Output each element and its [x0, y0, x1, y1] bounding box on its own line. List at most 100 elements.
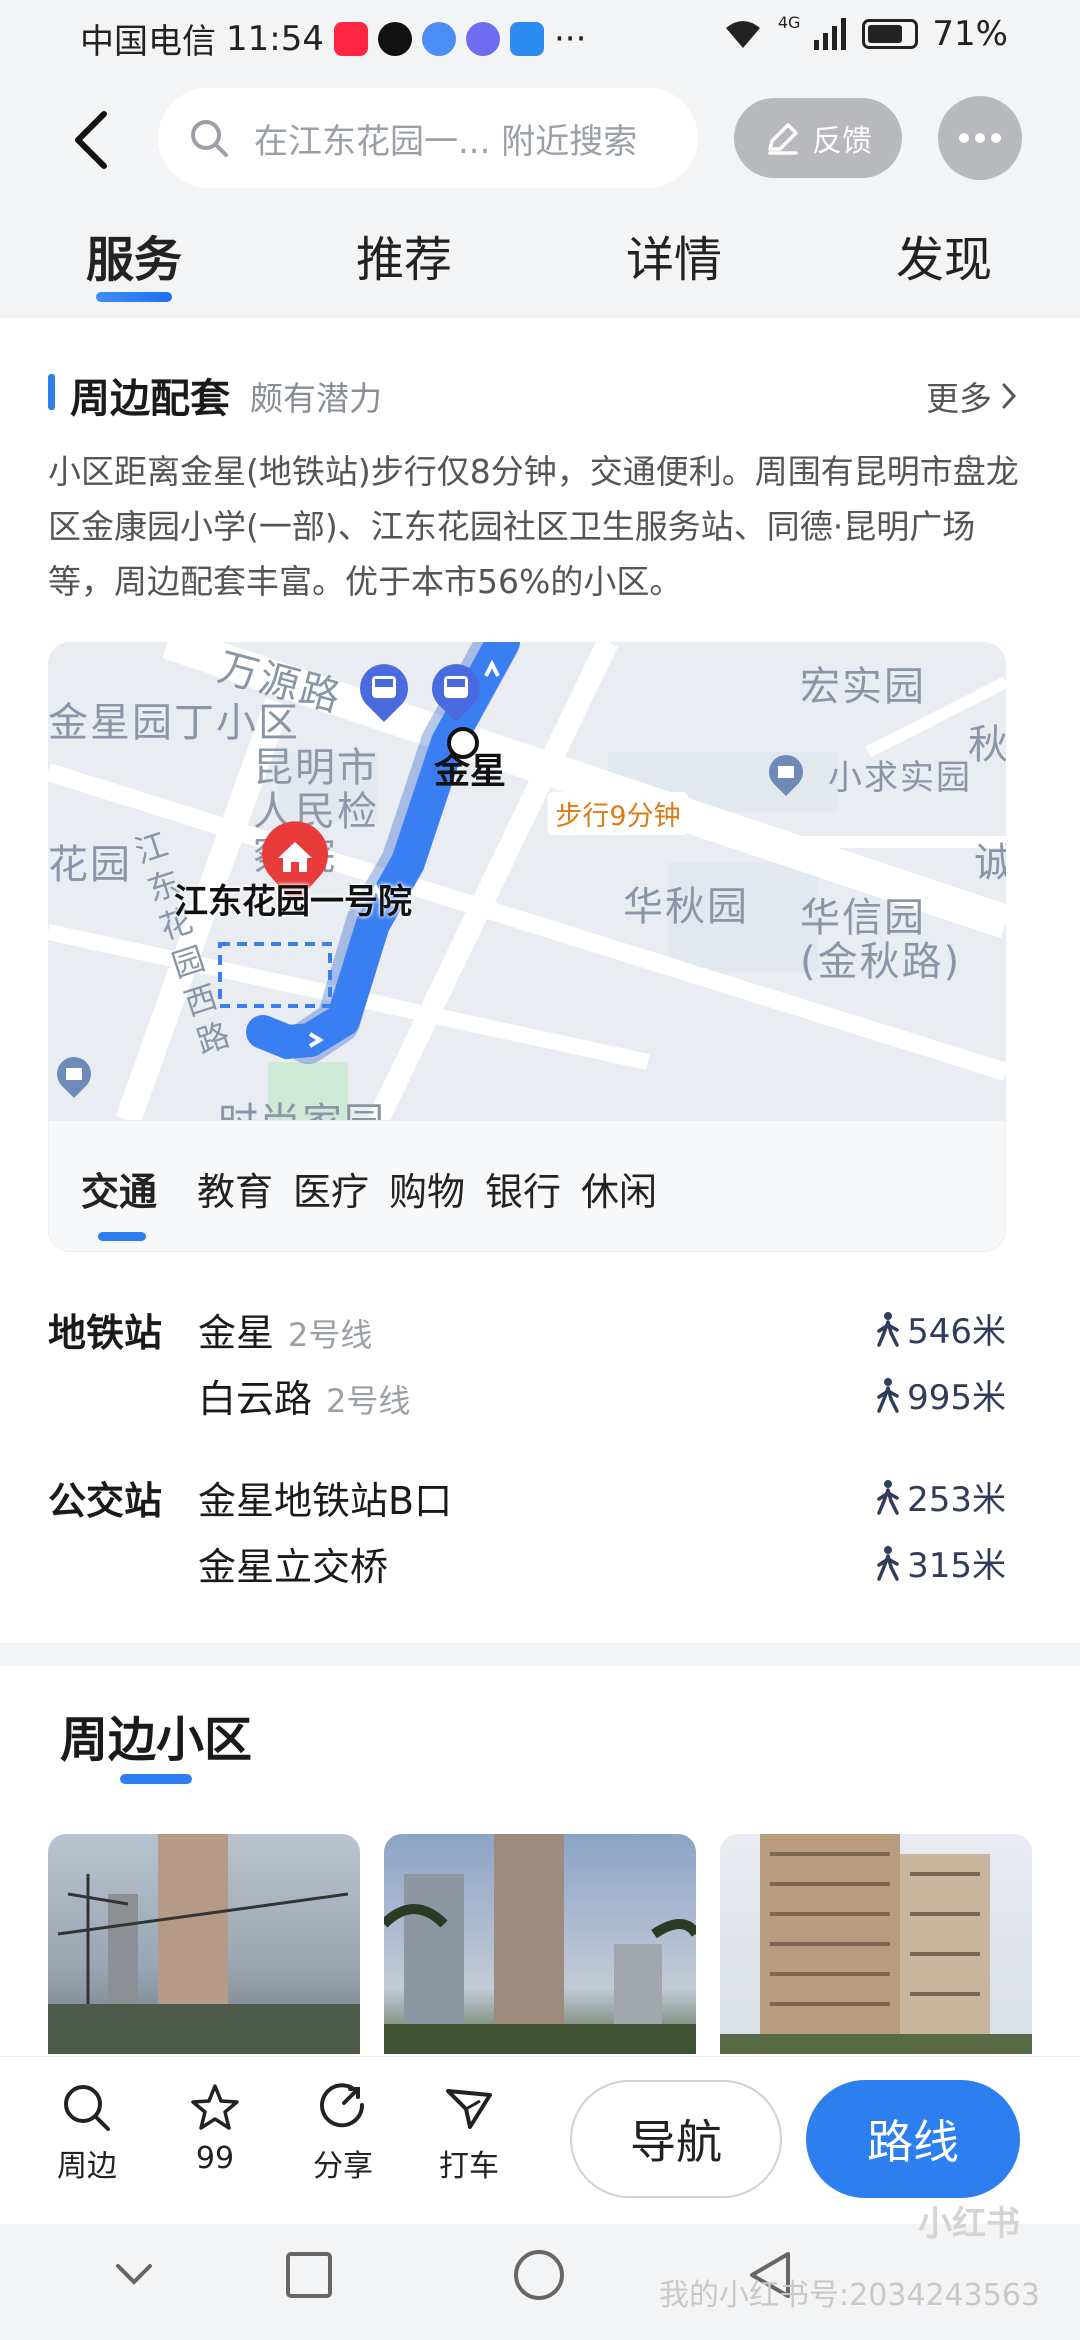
station-label: 金星	[434, 751, 507, 792]
tab-discover[interactable]: 发现	[896, 220, 992, 290]
bus-stop-row[interactable]: 金星地铁站B口	[198, 1470, 452, 1525]
metro-station-row[interactable]: 白云路 2号线	[198, 1368, 410, 1423]
bus-heading: 公交站	[48, 1479, 163, 1523]
taxi-icon	[446, 2089, 492, 2129]
category-tab-medical[interactable]: 医疗	[293, 1161, 369, 1216]
community-photo[interactable]	[48, 1834, 360, 2054]
home-icon[interactable]	[512, 2248, 566, 2302]
walk-distance: 546米	[875, 1304, 1006, 1353]
favorite-button[interactable]: 99	[170, 2081, 260, 2176]
metro-station-row[interactable]: 金星 2号线	[198, 1302, 372, 1357]
bus-stop-pin-icon[interactable]	[356, 662, 412, 724]
chevron-left-icon	[75, 111, 107, 169]
route-button[interactable]: 路线	[806, 2080, 1020, 2198]
section-accent-bar	[48, 374, 55, 410]
poi-pin-icon[interactable]	[54, 1054, 94, 1100]
chevron-down-icon[interactable]	[112, 2260, 156, 2290]
community-photo[interactable]	[384, 1834, 696, 2054]
nearby-button[interactable]: 周边	[42, 2081, 132, 2185]
active-tab-indicator	[96, 292, 172, 302]
category-tab-leisure[interactable]: 休闲	[581, 1161, 657, 1216]
nearby-title-indicator	[120, 1774, 192, 1784]
community-photo[interactable]	[720, 1834, 1032, 2054]
distance-value: 315米	[907, 1546, 1006, 1586]
battery-percent: 71%	[932, 14, 1008, 54]
category-tab-transport[interactable]: 交通	[81, 1161, 157, 1216]
bus-stop-row[interactable]: 金星立交桥	[198, 1536, 388, 1591]
recent-apps-icon[interactable]	[284, 2250, 334, 2300]
share-icon	[320, 2083, 365, 2128]
poi-pin-icon[interactable]	[766, 752, 806, 798]
map-poi-label: 华信园(金秋路)	[800, 895, 962, 985]
tab-recommend[interactable]: 推荐	[356, 220, 452, 290]
metro-line: 2号线	[326, 1382, 411, 1420]
tab-details[interactable]: 详情	[626, 220, 722, 290]
search-icon	[191, 120, 228, 157]
map-poi-label: 金星园丁小区	[48, 700, 300, 746]
wifi-icon	[725, 21, 760, 48]
signal-icon	[814, 18, 847, 50]
walking-icon	[877, 1545, 899, 1581]
taxi-label: 打车	[439, 2149, 499, 2184]
more-notifications-icon: ···	[553, 18, 587, 59]
feedback-label: 反馈	[812, 124, 872, 159]
feedback-button[interactable]: 反馈	[734, 98, 902, 178]
map-poi-label: 小求实园	[828, 758, 972, 798]
xiaohongshu-app-icon	[333, 21, 368, 56]
more-label: 更多	[926, 379, 992, 418]
category-tab-bank[interactable]: 银行	[485, 1161, 561, 1216]
walking-icon	[877, 1311, 899, 1347]
walk-distance: 995米	[875, 1370, 1006, 1419]
tab-service[interactable]: 服务	[86, 220, 182, 290]
active-category-indicator	[98, 1232, 146, 1241]
bus-stop-pin-icon[interactable]	[428, 662, 484, 724]
taxi-button[interactable]: 打车	[424, 2081, 514, 2185]
building-image	[720, 1834, 1032, 2054]
category-tab-shopping[interactable]: 购物	[389, 1161, 465, 1216]
weather-app-icon	[509, 21, 544, 56]
walk-time-label: 步行9分钟	[547, 792, 689, 835]
status-right: 4G 71%	[722, 12, 1008, 54]
distance-value: 253米	[907, 1480, 1006, 1520]
walking-icon	[877, 1479, 899, 1515]
map-poi-label: 花园	[48, 842, 132, 888]
network-type: 4G	[777, 12, 801, 32]
back-button[interactable]	[62, 100, 122, 180]
watermark-logo: 小红书	[918, 2204, 1020, 2244]
map-poi-label: 华秋园	[623, 884, 749, 930]
share-button[interactable]: 分享	[298, 2081, 388, 2185]
distance-value: 546米	[907, 1312, 1006, 1352]
metro-heading: 地铁站	[48, 1311, 163, 1355]
browser-app-icon	[421, 21, 456, 56]
nearby-title: 周边小区	[60, 1712, 253, 1768]
edit-icon	[768, 123, 798, 155]
walking-icon	[877, 1377, 899, 1413]
building-image	[48, 1834, 360, 2054]
map-poi-label: 宏实园	[800, 664, 926, 710]
search-input[interactable]: 在江东花园一... 附近搜索	[158, 88, 698, 188]
nearby-label: 周边	[57, 2149, 117, 2184]
favorite-count: 99	[195, 2141, 235, 2176]
category-tabs: 交通 教育 医疗 购物 银行 休闲	[48, 1120, 1006, 1252]
category-tab-education[interactable]: 教育	[197, 1161, 273, 1216]
more-link[interactable]: 更多	[926, 372, 1018, 420]
map-poi-label: 诚	[974, 840, 1006, 886]
clock: 11:54	[226, 18, 324, 59]
section-subtitle: 颇有潜力	[250, 379, 382, 418]
share-label: 分享	[313, 2149, 373, 2184]
qq-app-icon	[377, 21, 412, 56]
status-left: 中国电信 11:54 ···	[80, 14, 586, 63]
map-poi-label: 秋	[968, 722, 1006, 768]
more-options-button[interactable]	[938, 96, 1022, 180]
surroundings-description: 小区距离金星(地铁站)步行仅8分钟，交通便利。周围有昆明市盘龙区金康园小学(一部…	[48, 452, 1019, 601]
map-view[interactable]: 万源路 金星园丁小区 昆明市人民检察院 花园 江东花园西路 宏实园 秋 小求实园…	[48, 642, 1006, 1120]
metro-line: 2号线	[288, 1316, 373, 1354]
music-app-icon	[465, 21, 500, 56]
station-name: 金星立交桥	[198, 1545, 389, 1589]
navigate-button[interactable]: 导航	[570, 2080, 782, 2198]
watermark-text: 我的小红书号:2034243563	[659, 2278, 1040, 2313]
station-name: 金星地铁站B口	[198, 1479, 453, 1523]
station-name: 白云路	[198, 1377, 313, 1421]
walk-distance: 315米	[875, 1538, 1006, 1587]
building-image	[384, 1834, 696, 2054]
